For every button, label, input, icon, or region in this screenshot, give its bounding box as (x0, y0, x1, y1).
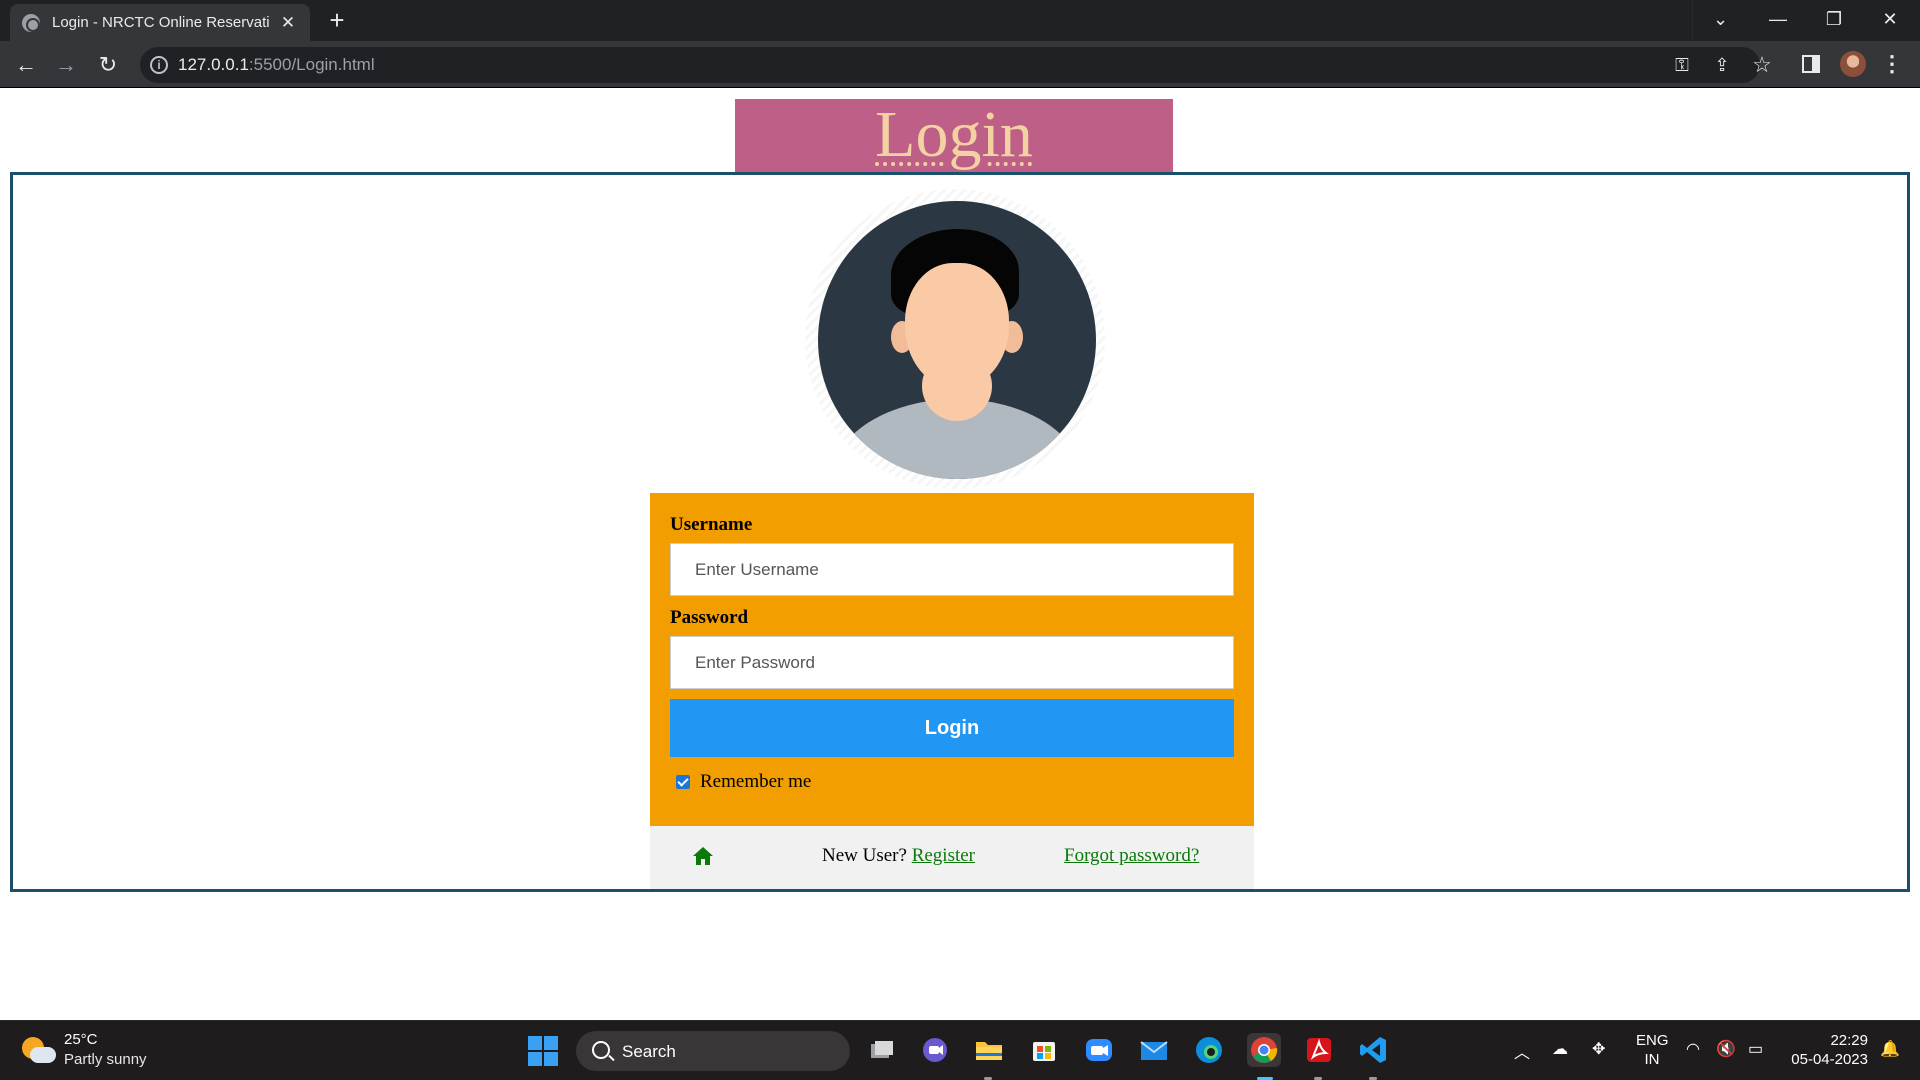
speaker-muted-icon[interactable]: 🔇 (1716, 1039, 1736, 1059)
browser-toolbar: ← → ↻ i 127.0.0.1:5500/Login.html ⚿ ⇪ ☆ … (0, 41, 1920, 88)
register-link[interactable]: Register (912, 845, 975, 866)
wifi-icon[interactable]: ◠ (1686, 1039, 1700, 1059)
username-input[interactable] (670, 543, 1234, 596)
weather-temperature[interactable]: 25°C (64, 1031, 98, 1048)
forward-arrow-icon[interactable]: → (50, 49, 82, 81)
partly-sunny-icon[interactable] (22, 1035, 56, 1065)
teams-chat-icon[interactable] (918, 1033, 952, 1067)
login-header: Login (735, 99, 1173, 173)
zoom-icon[interactable] (1082, 1033, 1116, 1067)
language-region: IN (1644, 1051, 1660, 1068)
clock-time: 22:29 (1830, 1032, 1868, 1049)
restore-button[interactable]: ❐ (1806, 0, 1862, 41)
tab-search-chevron-icon[interactable]: ⌄ (1692, 0, 1748, 41)
taskbar-search[interactable]: Search (576, 1031, 850, 1071)
notification-bell-icon[interactable]: 🔔 (1880, 1039, 1900, 1059)
taskbar: 25°C Partly sunny Search ︿ ☁ ✥ ENG IN ◠ … (0, 1020, 1920, 1080)
kebab-menu-icon[interactable]: ⋮ (1880, 51, 1904, 77)
side-panel-icon[interactable] (1802, 55, 1820, 73)
task-view-icon[interactable] (864, 1033, 898, 1067)
show-hidden-icons-chevron[interactable]: ︿ (1514, 1039, 1530, 1063)
login-footer: New User? Register Forgot password? (650, 826, 1254, 889)
language-indicator[interactable]: ENG IN (1636, 1031, 1669, 1069)
language-code: ENG (1636, 1032, 1669, 1049)
url-host: 127.0.0.1 (178, 55, 249, 74)
chrome-icon[interactable] (1247, 1033, 1281, 1080)
close-tab-icon[interactable]: ✕ (278, 13, 298, 33)
login-button[interactable]: Login (670, 699, 1234, 757)
new-user-text: New User? Register (822, 845, 975, 867)
url-text[interactable]: 127.0.0.1:5500/Login.html (178, 55, 375, 75)
windows-start-icon[interactable] (528, 1036, 558, 1066)
password-label: Password (670, 607, 749, 628)
minimize-button[interactable]: — (1750, 0, 1806, 41)
browser-tab-strip: Login - NRCTC Online Reservatio ✕ + ⌄ — … (0, 0, 1920, 41)
user-avatar (805, 189, 1105, 489)
microsoft-store-icon[interactable] (1027, 1033, 1061, 1067)
browser-tab[interactable]: Login - NRCTC Online Reservatio ✕ (10, 4, 310, 41)
battery-icon[interactable]: ▭ (1748, 1039, 1763, 1059)
key-icon[interactable]: ⚿ (1670, 53, 1694, 77)
bookmark-star-icon[interactable]: ☆ (1750, 53, 1774, 77)
globe-icon (22, 13, 40, 32)
dropbox-icon[interactable]: ✥ (1592, 1039, 1605, 1059)
onedrive-cloud-icon[interactable]: ☁ (1552, 1039, 1568, 1059)
user-avatar-icon (818, 201, 1096, 479)
remember-me-label[interactable]: Remember me (700, 771, 811, 793)
search-icon (592, 1041, 610, 1059)
new-tab-button[interactable]: + (322, 6, 352, 36)
clock-date: 05-04-2023 (1791, 1051, 1868, 1068)
forgot-password-link[interactable]: Forgot password? (1064, 845, 1199, 867)
login-form: Username Password Login Remember me (650, 493, 1254, 826)
page-content: Login Username Password Login Remember m… (0, 89, 1920, 1019)
remember-me-checkbox[interactable] (676, 775, 690, 789)
username-label: Username (670, 514, 753, 535)
reload-icon[interactable]: ↻ (92, 49, 124, 81)
file-explorer-icon[interactable] (972, 1033, 1006, 1080)
tab-title: Login - NRCTC Online Reservatio (52, 14, 270, 31)
share-icon[interactable]: ⇪ (1710, 53, 1734, 77)
site-info-icon[interactable]: i (150, 56, 168, 74)
url-path: :5500/Login.html (248, 55, 375, 74)
vscode-icon[interactable] (1357, 1033, 1391, 1080)
acrobat-icon[interactable] (1302, 1033, 1336, 1080)
weather-description[interactable]: Partly sunny (64, 1051, 147, 1068)
mail-icon[interactable] (1137, 1033, 1171, 1067)
address-bar[interactable]: i 127.0.0.1:5500/Login.html ⚿ ⇪ ☆ (140, 47, 1772, 83)
remember-me-row: Remember me (670, 769, 1234, 795)
edge-browser-icon[interactable] (1192, 1033, 1226, 1067)
clock[interactable]: 22:29 05-04-2023 (1780, 1031, 1868, 1069)
new-user-prompt: New User? (822, 845, 907, 866)
page-title: Login (875, 98, 1033, 171)
back-arrow-icon[interactable]: ← (10, 49, 42, 81)
home-icon[interactable] (692, 846, 714, 866)
password-input[interactable] (670, 636, 1234, 689)
search-label: Search (622, 1042, 676, 1061)
close-window-button[interactable]: ✕ (1862, 0, 1918, 41)
profile-avatar[interactable] (1840, 51, 1866, 77)
